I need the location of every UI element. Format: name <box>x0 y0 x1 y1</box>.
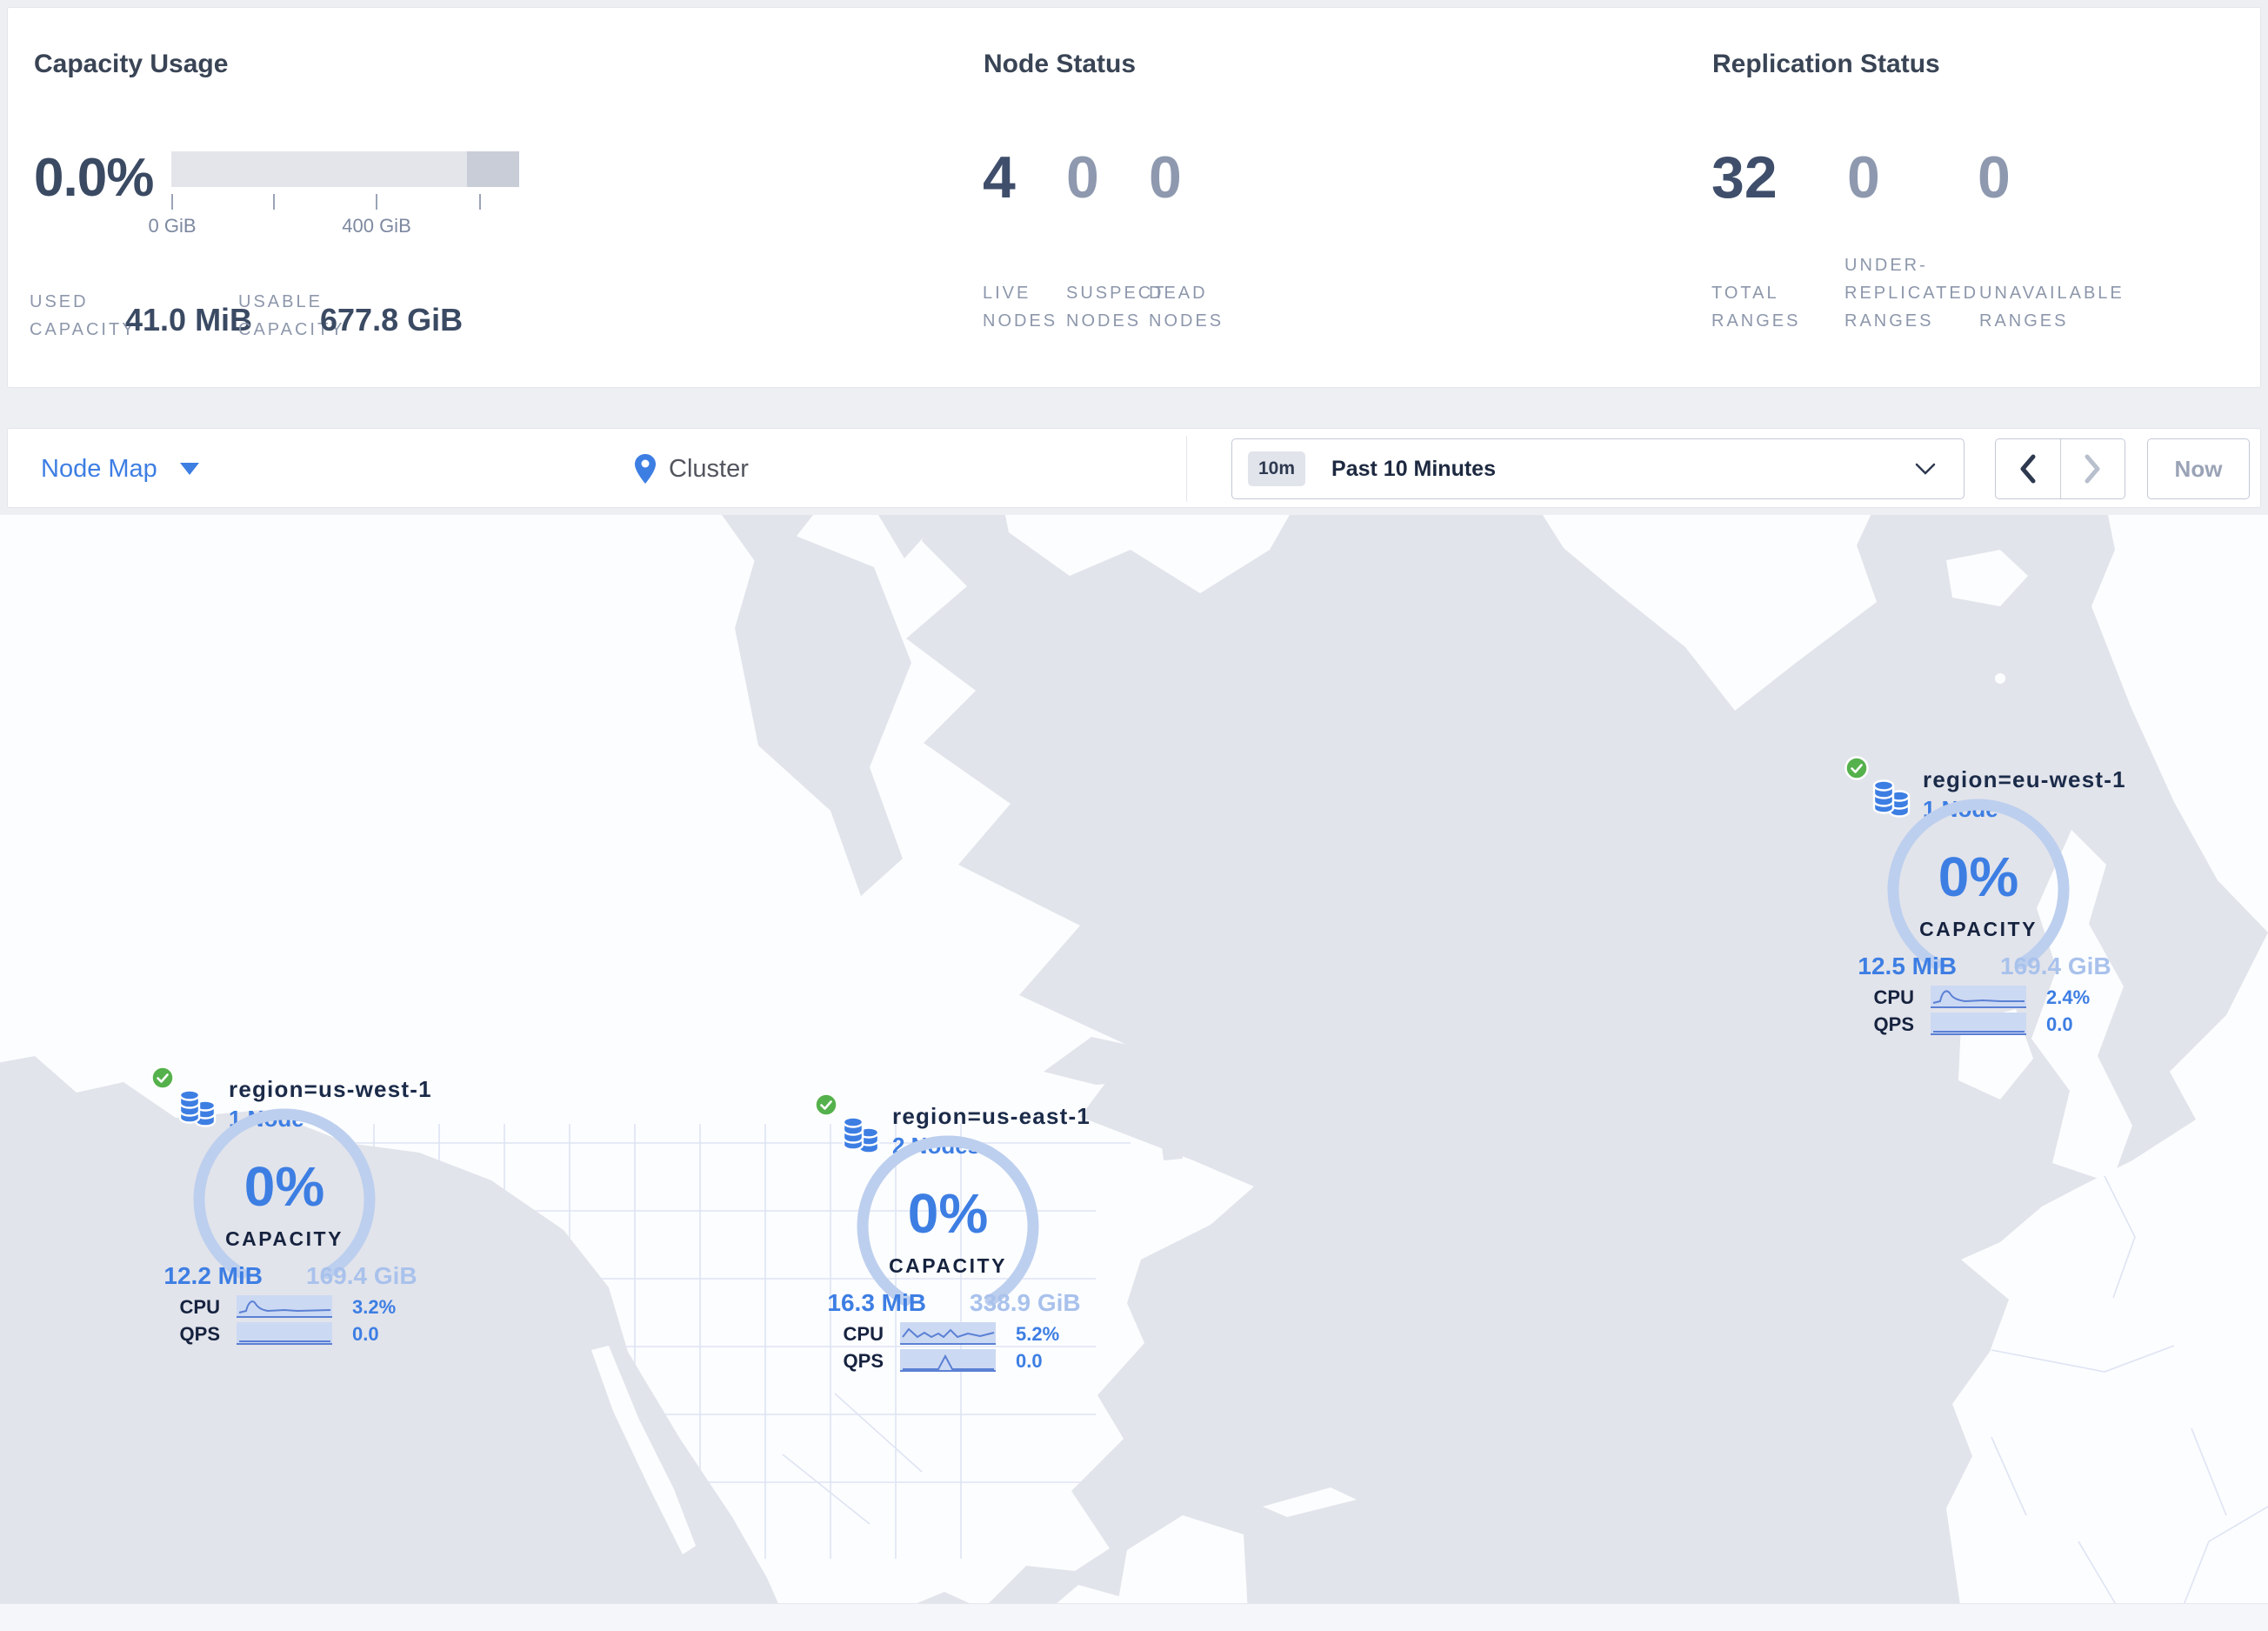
unavailable-label: UNAVAILABLE RANGES <box>1979 284 2125 331</box>
qps-sparkline <box>900 1349 996 1372</box>
qps-value: 0.0 <box>2046 1013 2073 1035</box>
region-label: region=us-west-1 <box>229 1076 432 1102</box>
used-capacity-label: USED CAPACITY <box>30 292 137 339</box>
capacity-usage-bar <box>171 151 519 187</box>
node-marker-eu-west-1[interactable]: region=eu-west-1 1 Node 0% CAPACITY 12.5… <box>1822 754 2135 1050</box>
cpu-row: CPU 3.2% <box>128 1295 441 1320</box>
cpu-value: 3.2% <box>352 1296 397 1318</box>
unavailable-value: 0 <box>1978 144 2011 211</box>
time-range-select[interactable]: 10m Past 10 Minutes <box>1231 438 1964 499</box>
breadcrumb[interactable]: Cluster <box>634 429 749 509</box>
footer-strip <box>0 1603 2268 1631</box>
qps-sparkline <box>1931 1013 2026 1035</box>
chevron-left-icon <box>2020 454 2036 484</box>
gauge-capacity-label: CAPACITY <box>1919 918 2038 940</box>
cpu-label: CPU <box>179 1296 220 1318</box>
node-map[interactable]: region=us-west-1 1 Node 0% CAPACITY 12.2… <box>0 515 2268 1603</box>
node-status-title: Node Status <box>984 50 1137 78</box>
cpu-sparkline <box>237 1295 332 1318</box>
bar-tick <box>273 194 275 210</box>
view-selector-label: Node Map <box>41 454 157 483</box>
cpu-label: CPU <box>1873 986 1914 1008</box>
qps-row: QPS 0.0 <box>1822 1013 2135 1037</box>
gauge-percent: 0% <box>1938 846 2019 908</box>
total-value: 338.9 GiB <box>970 1289 1081 1316</box>
total-ranges-label: TOTAL RANGES <box>1711 284 1801 331</box>
cpu-row: CPU 5.2% <box>791 1322 1104 1347</box>
chevron-down-icon <box>1915 463 1936 475</box>
cpu-value: 5.2% <box>1016 1323 1060 1345</box>
bar-tick <box>171 194 173 210</box>
replication-status-title: Replication Status <box>1712 50 1940 78</box>
qps-row: QPS 0.0 <box>128 1322 441 1347</box>
healthy-check-icon <box>1844 756 1869 780</box>
bar-tick-label-0: 0 GiB <box>148 215 197 237</box>
total-value: 169.4 GiB <box>306 1262 417 1289</box>
cpu-label: CPU <box>843 1323 884 1345</box>
qps-value: 0.0 <box>1016 1350 1043 1372</box>
capacity-usage-percent: 0.0% <box>34 148 154 208</box>
gauge-capacity-label: CAPACITY <box>889 1254 1007 1277</box>
gauge-percent: 0% <box>907 1182 989 1245</box>
time-step-back-button[interactable] <box>1996 439 2060 498</box>
qps-label: QPS <box>1873 1013 1914 1035</box>
qps-value: 0.0 <box>352 1323 379 1345</box>
time-range-label: Past 10 Minutes <box>1331 456 1496 481</box>
region-label: region=eu-west-1 <box>1923 766 2126 792</box>
capacity-values: 12.2 MiB 169.4 GiB <box>128 1262 441 1292</box>
bar-tick-label-400: 400 GiB <box>342 215 411 237</box>
cpu-sparkline <box>1931 986 2026 1008</box>
capacity-usage-title: Capacity Usage <box>34 50 229 78</box>
node-marker-us-east-1[interactable]: region=us-east-1 2 Nodes 0% CAPACITY 16.… <box>791 1091 1104 1387</box>
cpu-row: CPU 2.4% <box>1822 986 2135 1010</box>
time-range-badge: 10m <box>1248 451 1306 486</box>
under-replicated-value: 0 <box>1847 144 1880 211</box>
qps-sparkline <box>237 1322 332 1345</box>
total-value: 169.4 GiB <box>2000 953 2111 979</box>
gauge-capacity-label: CAPACITY <box>225 1227 344 1250</box>
summary-bar: Capacity Usage 0.0% 0 GiB 400 GiB USED CA… <box>7 7 2261 388</box>
healthy-check-icon <box>150 1066 175 1090</box>
capacity-values: 12.5 MiB 169.4 GiB <box>1822 953 2135 982</box>
chevron-right-icon <box>2085 454 2100 484</box>
time-step-buttons <box>1995 438 2125 499</box>
usable-capacity-value: 677.8 GiB <box>320 302 464 338</box>
bar-tick <box>479 194 481 210</box>
total-ranges-value: 32 <box>1711 144 1778 211</box>
dropdown-caret-icon <box>179 463 199 475</box>
bar-tick <box>376 194 377 210</box>
breadcrumb-label: Cluster <box>669 454 749 483</box>
gauge-percent: 0% <box>243 1155 325 1218</box>
suspect-nodes-value: 0 <box>1066 144 1099 211</box>
used-value: 16.3 MiB <box>827 1289 926 1316</box>
capacity-values: 16.3 MiB 338.9 GiB <box>791 1289 1104 1319</box>
live-nodes-label: LIVE NODES <box>983 284 1058 331</box>
location-pin-icon <box>635 454 656 484</box>
now-button[interactable]: Now <box>2147 438 2250 499</box>
qps-label: QPS <box>843 1350 884 1372</box>
qps-label: QPS <box>179 1323 220 1345</box>
view-selector-dropdown[interactable]: Node Map <box>41 429 199 509</box>
region-label: region=us-east-1 <box>892 1103 1091 1129</box>
map-toolbar: Node Map Cluster 10m Past 10 Minutes Now <box>7 428 2261 508</box>
qps-row: QPS 0.0 <box>791 1349 1104 1374</box>
dead-nodes-value: 0 <box>1149 144 1182 211</box>
world-map <box>0 515 2268 1603</box>
used-capacity-value: 41.0 MiB <box>125 302 253 338</box>
healthy-check-icon <box>814 1093 838 1117</box>
dead-nodes-label: DEAD NODES <box>1149 284 1224 331</box>
cpu-sparkline <box>900 1322 996 1345</box>
live-nodes-value: 4 <box>983 144 1016 211</box>
used-value: 12.2 MiB <box>163 1262 263 1289</box>
cpu-value: 2.4% <box>2046 986 2091 1008</box>
used-value: 12.5 MiB <box>1858 953 1957 979</box>
node-marker-us-west-1[interactable]: region=us-west-1 1 Node 0% CAPACITY 12.2… <box>128 1064 441 1360</box>
toolbar-divider <box>1186 436 1187 502</box>
capacity-usage-bar-reserved <box>467 151 519 187</box>
under-replicated-label: UNDER- REPLICATED RANGES <box>1844 256 1979 331</box>
time-step-forward-button[interactable] <box>2059 439 2125 498</box>
